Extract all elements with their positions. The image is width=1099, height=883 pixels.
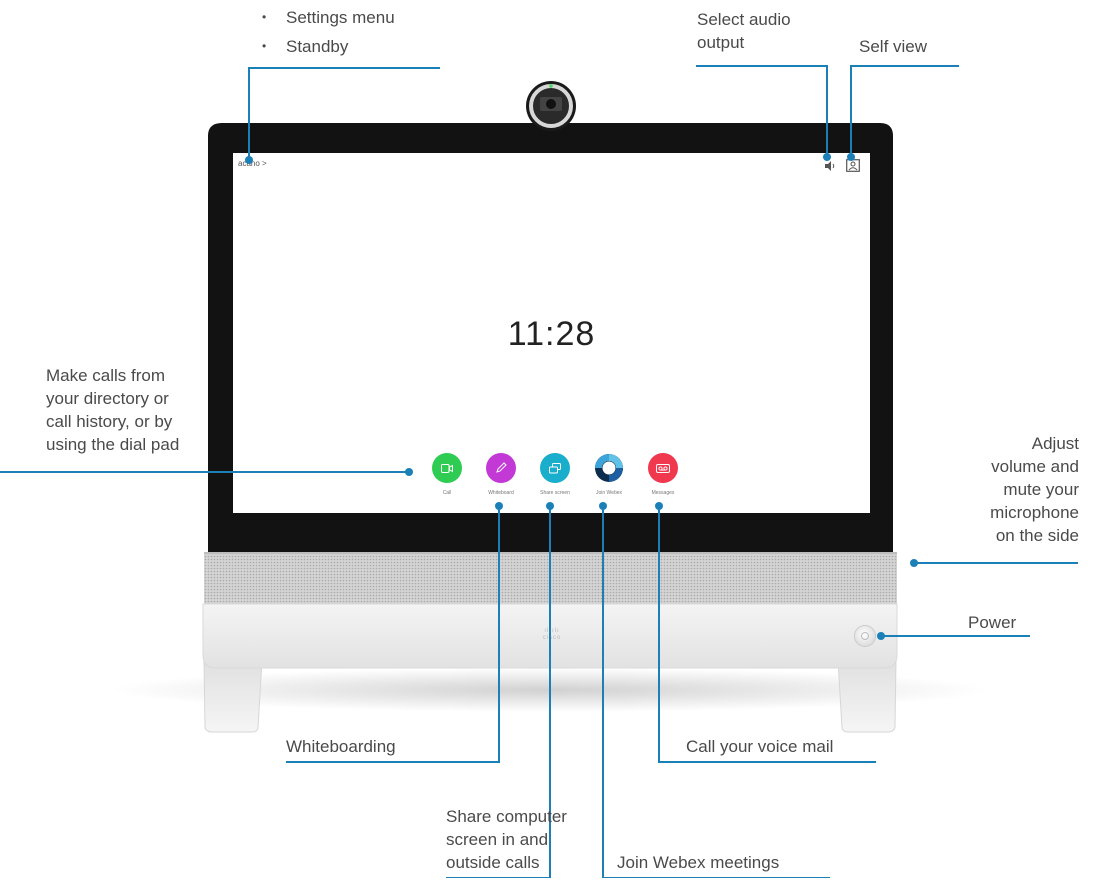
make-calls-text-3: call history, or by — [46, 412, 173, 431]
audio-output-text-1: Select audio — [697, 10, 791, 29]
make-calls-callout-dot — [405, 468, 413, 476]
make-calls-callout: Make calls from your directory or call h… — [46, 364, 179, 456]
audio-output-callout: Select audio output — [697, 8, 791, 54]
audio-callout-line — [696, 65, 828, 156]
make-calls-text-1: Make calls from — [46, 366, 166, 385]
volume-text-1: Adjust — [1031, 434, 1079, 453]
volume-callout: Adjust volume and mute your microphone o… — [990, 432, 1079, 547]
self-view-callout-line — [850, 65, 959, 156]
volume-callout-dot — [910, 559, 918, 567]
whiteboard-callout-line — [286, 506, 500, 763]
standby-item: Standby — [262, 32, 395, 61]
self-view-callout: Self view — [859, 37, 928, 56]
audio-callout-dot — [823, 153, 831, 161]
share-screen-text-2: screen in and — [446, 830, 549, 849]
settings-callout-dot — [245, 156, 253, 164]
share-screen-text-1: Share computer — [446, 807, 567, 826]
volume-text-3: mute your — [1003, 480, 1079, 499]
voicemail-callout-line — [658, 506, 876, 763]
voicemail-callout-dot — [655, 502, 663, 510]
power-callout-dot — [877, 632, 885, 640]
share-screen-text-3: outside calls — [446, 853, 540, 872]
self-view-callout-dot — [847, 153, 855, 161]
settings-callout-text: Settings menu Standby — [262, 3, 395, 61]
webex-callout-line — [602, 506, 830, 878]
settings-menu-item: Settings menu — [262, 3, 395, 32]
webex-callout: Join Webex meetings — [617, 853, 780, 872]
volume-text-2: volume and — [991, 457, 1079, 476]
volume-text-4: microphone — [990, 503, 1079, 522]
power-callout: Power — [968, 613, 1017, 632]
settings-callout-line — [248, 67, 440, 158]
make-calls-text-4: using the dial pad — [46, 435, 180, 454]
webex-callout-dot — [599, 502, 607, 510]
whiteboard-callout-dot — [495, 502, 503, 510]
share-screen-callout-dot — [546, 502, 554, 510]
voice-mail-callout: Call your voice mail — [686, 737, 834, 756]
make-calls-text-2: your directory or — [46, 389, 169, 408]
audio-output-text-2: output — [697, 33, 745, 52]
share-screen-callout: Share computer screen in and outside cal… — [446, 805, 567, 874]
whiteboarding-callout: Whiteboarding — [286, 737, 396, 756]
volume-text-5: on the side — [995, 526, 1079, 545]
